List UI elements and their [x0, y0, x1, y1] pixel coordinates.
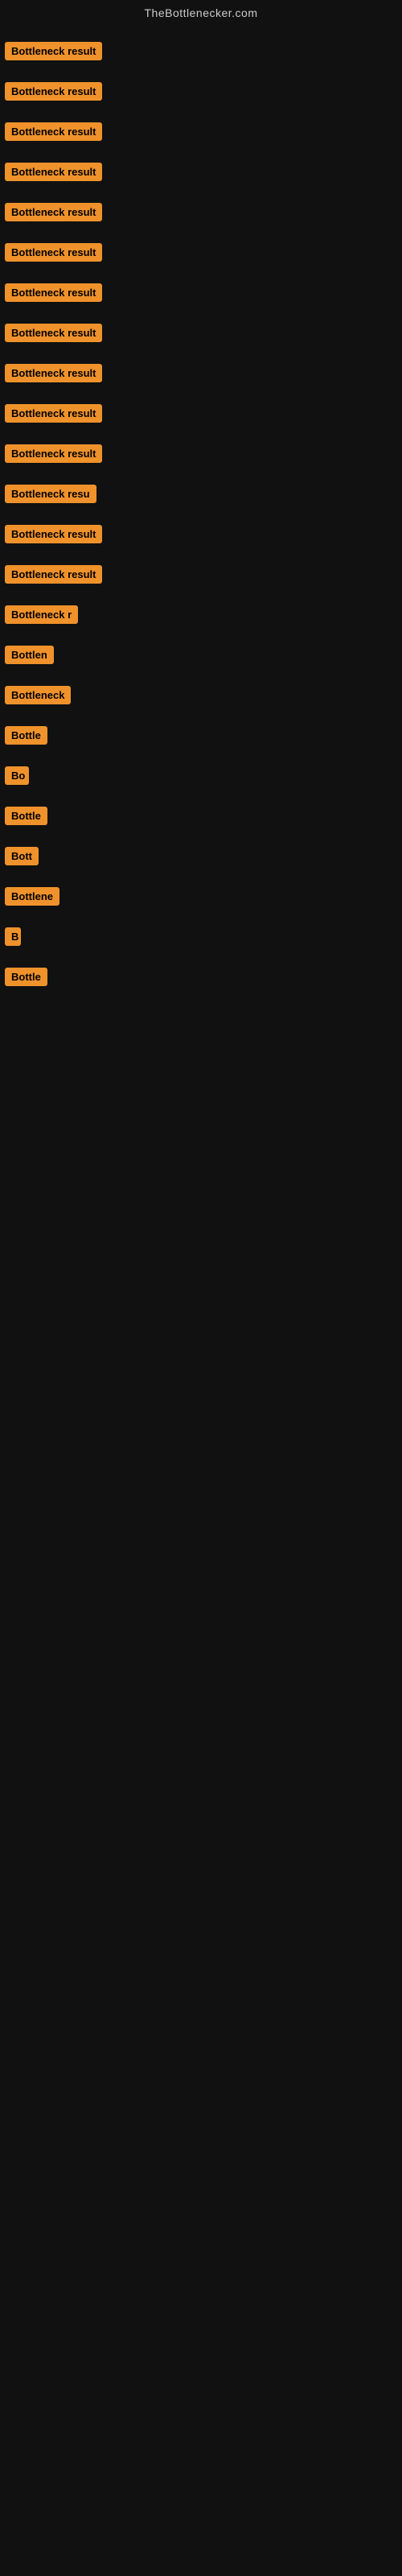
result-row: Bottle: [0, 955, 402, 995]
bottleneck-badge[interactable]: Bottleneck: [5, 686, 71, 704]
bottleneck-badge[interactable]: Bottle: [5, 807, 47, 825]
result-row: Bottle: [0, 713, 402, 753]
bottleneck-badge[interactable]: B: [5, 927, 21, 946]
bottleneck-badge[interactable]: Bo: [5, 766, 29, 785]
rows-container: Bottleneck result Bottleneck result Bottle…: [0, 29, 402, 995]
bottleneck-badge[interactable]: Bottleneck r: [5, 605, 78, 624]
bottleneck-badge[interactable]: Bottle: [5, 968, 47, 986]
bottleneck-badge[interactable]: Bottleneck result: [5, 324, 102, 342]
result-row: Bottleneck result: [0, 190, 402, 230]
result-row: Bottleneck result: [0, 69, 402, 109]
result-row: Bottleneck result: [0, 311, 402, 351]
result-row: Bottleneck r: [0, 592, 402, 633]
result-row: Bottleneck result: [0, 552, 402, 592]
bottleneck-badge[interactable]: Bottleneck result: [5, 82, 102, 101]
page-container: TheBottlenecker.com Bottleneck resultBot…: [0, 0, 402, 995]
result-row: Bottleneck result: [0, 230, 402, 270]
result-row: Bo: [0, 753, 402, 794]
bottleneck-badge[interactable]: Bottleneck result: [5, 42, 102, 60]
bottleneck-badge[interactable]: Bottleneck result: [5, 243, 102, 262]
bottleneck-badge[interactable]: Bott: [5, 847, 39, 865]
bottleneck-badge[interactable]: Bottle: [5, 726, 47, 745]
result-row: Bottleneck result: [0, 351, 402, 391]
result-row: Bottleneck result: [0, 150, 402, 190]
site-title: TheBottlenecker.com: [0, 0, 402, 29]
bottleneck-badge[interactable]: Bottleneck result: [5, 122, 102, 141]
bottleneck-badge[interactable]: Bottleneck result: [5, 203, 102, 221]
bottleneck-badge[interactable]: Bottleneck result: [5, 283, 102, 302]
result-row: Bottleneck result: [0, 270, 402, 311]
result-row: Bottlen: [0, 633, 402, 673]
bottleneck-badge[interactable]: Bottleneck result: [5, 565, 102, 584]
bottleneck-badge[interactable]: Bottleneck result: [5, 444, 102, 463]
result-row: Bottleneck: [0, 673, 402, 713]
result-row: Bottlene: [0, 874, 402, 914]
bottleneck-badge[interactable]: Bottleneck result: [5, 404, 102, 423]
bottleneck-badge[interactable]: Bottleneck resu: [5, 485, 96, 503]
result-row: Bottleneck result: [0, 109, 402, 150]
result-row: Bottleneck result: [0, 29, 402, 69]
result-row: Bottleneck result: [0, 431, 402, 472]
result-row: Bott: [0, 834, 402, 874]
result-row: Bottleneck result: [0, 391, 402, 431]
bottleneck-badge[interactable]: Bottlene: [5, 887, 59, 906]
bottleneck-badge[interactable]: Bottleneck result: [5, 364, 102, 382]
bottleneck-badge[interactable]: Bottleneck result: [5, 525, 102, 543]
result-row: Bottleneck resu: [0, 472, 402, 512]
result-row: B: [0, 914, 402, 955]
bottleneck-badge[interactable]: Bottleneck result: [5, 163, 102, 181]
result-row: Bottleneck result: [0, 512, 402, 552]
bottleneck-badge[interactable]: Bottlen: [5, 646, 54, 664]
result-row: Bottle: [0, 794, 402, 834]
